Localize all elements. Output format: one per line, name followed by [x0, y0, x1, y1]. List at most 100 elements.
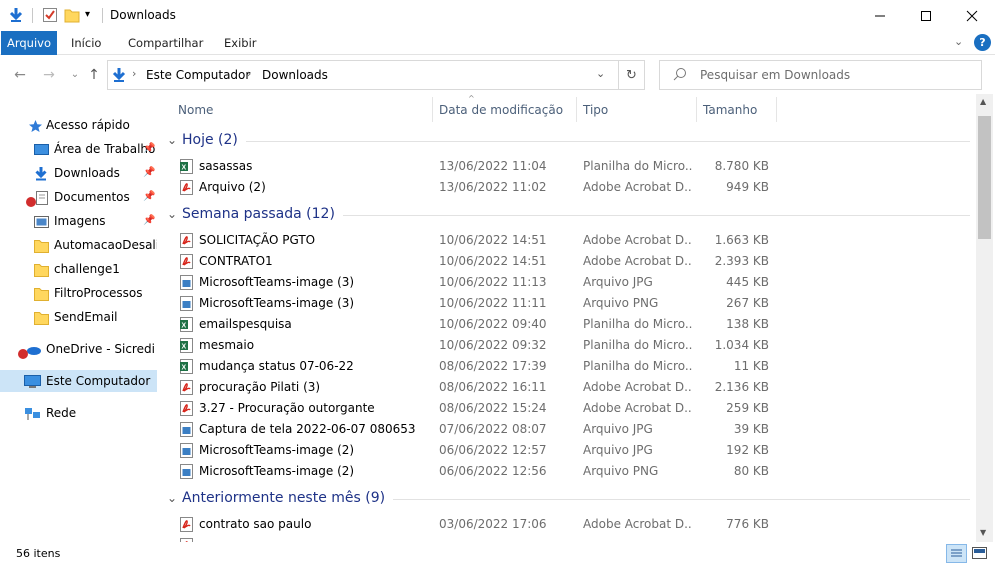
- details-view-button[interactable]: [946, 544, 967, 563]
- excel-file-icon: X: [180, 359, 193, 374]
- group-collapse-chevron-icon[interactable]: ⌄: [167, 133, 177, 147]
- file-row[interactable]: Xsasassas 13/06/2022 11:04 Planilha do Mic…: [163, 156, 970, 177]
- column-header-data[interactable]: Data de modificação: [439, 103, 563, 117]
- file-row[interactable]: [163, 535, 970, 542]
- address-bar[interactable]: › Este Computador › Downloads ⌄: [107, 60, 645, 90]
- tab-inicio[interactable]: Início: [63, 31, 109, 55]
- file-name: SOLICITAÇÃO PGTO: [199, 233, 316, 247]
- file-row[interactable]: SOLICITAÇÃO PGTO 10/06/2022 14:51 Adobe Ac…: [163, 230, 970, 251]
- tab-compartilhar[interactable]: Compartilhar: [120, 31, 211, 55]
- search-box[interactable]: Pesquisar em Downloads: [659, 60, 982, 90]
- nav-item-sendemail[interactable]: SendEmail: [0, 306, 157, 328]
- file-name: contrato sao paulo: [199, 517, 312, 531]
- address-dropdown-chevron-icon[interactable]: ⌄: [596, 67, 605, 80]
- image-file-icon: [180, 464, 193, 479]
- group-label: Semana passada (12): [182, 206, 335, 222]
- refresh-button[interactable]: ↻: [618, 60, 645, 90]
- properties-checklist-icon[interactable]: [42, 7, 58, 23]
- pdf-file-icon: [180, 401, 193, 416]
- file-row[interactable]: procuração Pilati (3) 08/06/2022 16:11 Ado…: [163, 377, 970, 398]
- expand-ribbon-chevron-icon[interactable]: ⌄: [954, 35, 963, 48]
- status-bar: 56 itens: [0, 542, 995, 566]
- vertical-scrollbar[interactable]: ▲ ▼: [976, 94, 993, 542]
- maximize-button[interactable]: [903, 0, 949, 31]
- forward-button[interactable]: →: [40, 66, 58, 84]
- group-collapse-chevron-icon[interactable]: ⌄: [167, 207, 177, 221]
- file-date: 13/06/2022 11:02: [439, 180, 547, 194]
- nav-item-rede[interactable]: Rede: [0, 402, 157, 424]
- scroll-up-arrow-icon[interactable]: ▲: [980, 97, 986, 106]
- pictures-icon: [34, 214, 49, 228]
- help-icon[interactable]: ?: [974, 34, 991, 51]
- file-type: Planilha do Micro...: [583, 317, 693, 331]
- file-row[interactable]: Xmudança status 07-06-22 08/06/2022 17:39…: [163, 356, 970, 377]
- minimize-button[interactable]: [857, 0, 903, 31]
- file-row[interactable]: CONTRATO1 10/06/2022 14:51 Adobe Acrobat D…: [163, 251, 970, 272]
- group-header[interactable]: ⌄ Hoje (2): [163, 130, 970, 152]
- up-button[interactable]: ↑: [85, 66, 103, 84]
- new-folder-icon[interactable]: [64, 7, 80, 23]
- file-date: 13/06/2022 11:04: [439, 159, 547, 173]
- nav-item-este-computador[interactable]: Este Computador: [0, 370, 157, 392]
- documents-icon: [34, 190, 49, 205]
- nav-item-area-de-trabalho[interactable]: Área de Trabalho 📌: [0, 138, 157, 160]
- close-button[interactable]: [949, 0, 995, 31]
- file-date: 10/06/2022 14:51: [439, 254, 547, 268]
- scrollbar-thumb[interactable]: [978, 116, 991, 239]
- file-row[interactable]: contrato sao paulo 03/06/2022 17:06 Adobe …: [163, 514, 970, 535]
- group-header[interactable]: ⌄ Semana passada (12): [163, 204, 970, 226]
- file-name: CONTRATO1: [199, 254, 273, 268]
- file-size: 192 KB: [726, 443, 769, 457]
- nav-item-onedrive[interactable]: OneDrive - Sicredi: [0, 338, 157, 360]
- details-view-icon: [951, 549, 962, 557]
- file-row[interactable]: Captura de tela 2022-06-07 080653 07/06/2…: [163, 419, 970, 440]
- file-size: 80 KB: [733, 464, 769, 478]
- pdf-file-icon: [180, 517, 193, 532]
- scroll-down-arrow-icon[interactable]: ▼: [980, 528, 986, 537]
- file-row[interactable]: MicrosoftTeams-image (3) 10/06/2022 11:13…: [163, 272, 970, 293]
- file-row[interactable]: Arquivo (2) 13/06/2022 11:02 Adobe Acrobat…: [163, 177, 970, 198]
- file-type: Arquivo JPG: [583, 443, 653, 457]
- nav-item-challenge1[interactable]: challenge1: [0, 258, 157, 280]
- file-row[interactable]: MicrosoftTeams-image (2) 06/06/2022 12:57…: [163, 440, 970, 461]
- excel-file-icon: X: [180, 338, 193, 353]
- group-label: Anteriormente neste mês (9): [182, 490, 386, 506]
- file-row[interactable]: MicrosoftTeams-image (3) 10/06/2022 11:11…: [163, 293, 970, 314]
- pdf-file-icon: [180, 254, 193, 269]
- nav-item-downloads[interactable]: Downloads 📌: [0, 162, 157, 184]
- file-row[interactable]: 3.27 - Procuração outorgante 08/06/2022 1…: [163, 398, 970, 419]
- file-date: 07/06/2022 08:07: [439, 422, 547, 436]
- nav-item-filtroprocessos[interactable]: FiltroProcessos: [0, 282, 157, 304]
- recent-locations-chevron-icon[interactable]: ⌄: [66, 66, 84, 84]
- file-row[interactable]: MicrosoftTeams-image (2) 06/06/2022 12:56…: [163, 461, 970, 482]
- breadcrumb-este-computador[interactable]: Este Computador: [146, 68, 250, 82]
- file-size: 2.393 KB: [714, 254, 769, 268]
- address-row: ← → ⌄ ↑ › Este Computador › Downloads ⌄ …: [0, 56, 995, 94]
- large-icons-view-button[interactable]: [970, 545, 989, 562]
- column-header-tamanho[interactable]: Tamanho: [703, 103, 757, 117]
- download-arrow-icon[interactable]: [8, 7, 24, 23]
- file-size: 8.780 KB: [714, 159, 769, 173]
- group-header[interactable]: ⌄ Anteriormente neste mês (9): [163, 488, 970, 510]
- file-type: Planilha do Micro...: [583, 359, 693, 373]
- tab-arquivo[interactable]: Arquivo: [1, 31, 57, 55]
- group-collapse-chevron-icon[interactable]: ⌄: [167, 491, 177, 505]
- nav-item-acesso-rapido[interactable]: Acesso rápido: [0, 114, 157, 136]
- search-placeholder: Pesquisar em Downloads: [700, 68, 851, 82]
- file-type: Planilha do Micro...: [583, 338, 693, 352]
- breadcrumb-downloads[interactable]: Downloads: [262, 68, 328, 82]
- column-header-tipo[interactable]: Tipo: [583, 103, 608, 117]
- back-button[interactable]: ←: [11, 66, 29, 84]
- tab-exibir[interactable]: Exibir: [216, 31, 265, 55]
- file-name: emailspesquisa: [199, 317, 292, 331]
- nav-item-documentos[interactable]: Documentos 📌: [0, 186, 157, 208]
- file-row[interactable]: Xmesmaio 10/06/2022 09:32 Planilha do Micr…: [163, 335, 970, 356]
- file-row[interactable]: Xemailspesquisa 10/06/2022 09:40 Planilha …: [163, 314, 970, 335]
- nav-item-imagens[interactable]: Imagens 📌: [0, 210, 157, 232]
- pin-icon: 📌: [143, 215, 156, 226]
- downloads-location-icon: [111, 67, 127, 86]
- customize-toolbar-chevron-icon[interactable]: ▾: [85, 9, 101, 25]
- column-header-nome[interactable]: Nome: [178, 103, 213, 117]
- nav-item-automacaodesalier[interactable]: AutomacaoDesalier: [0, 234, 157, 256]
- file-name: mudança status 07-06-22: [199, 359, 354, 373]
